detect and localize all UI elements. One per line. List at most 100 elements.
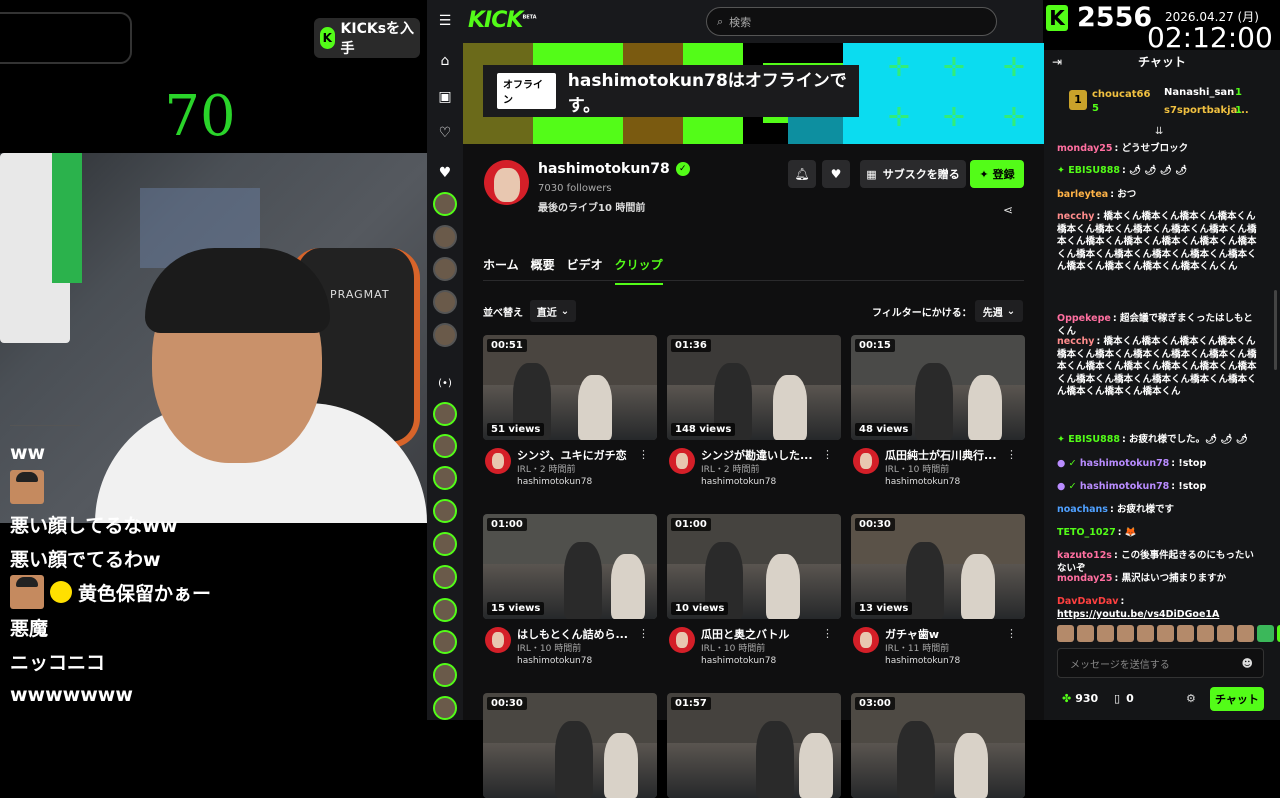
clip-card[interactable]: 01:00 15 views はしもとくん詰めら... IRL・10 時間前 hashi…: [483, 514, 657, 666]
clip-title[interactable]: シンジが勘違いした...: [701, 447, 813, 463]
emote-icon[interactable]: [1157, 625, 1174, 642]
clip-card[interactable]: 01:00 10 views 瓜田と奥之バトル IRL・10 時間前 hashimoto…: [667, 514, 841, 666]
live-channel-avatar[interactable]: [433, 466, 457, 490]
emoji-icon[interactable]: ☻: [1242, 657, 1253, 670]
clip-creator-avatar[interactable]: [669, 448, 695, 474]
clip-card[interactable]: 00:30 13 views ガチャ歯w IRL・11 時間前 hashimotokun…: [851, 514, 1025, 666]
follow-button[interactable]: ♥: [822, 160, 850, 188]
channel-name[interactable]: hashimotokun78 ✓: [538, 161, 690, 177]
clip-thumbnail[interactable]: 03:00: [851, 693, 1025, 798]
clip-username[interactable]: hashimotokun78: [701, 477, 776, 487]
browse-icon[interactable]: ▣: [435, 87, 455, 107]
clip-thumbnail[interactable]: 01:00 10 views: [667, 514, 841, 619]
clip-creator-avatar[interactable]: [669, 627, 695, 653]
emote-icon[interactable]: [1217, 625, 1234, 642]
channel-points[interactable]: ✤ 930: [1062, 692, 1098, 705]
share-icon[interactable]: ⋖: [1003, 203, 1013, 217]
notification-bell-button[interactable]: 🔔︎: [788, 160, 816, 188]
chat-username[interactable]: TETO_1027: [1057, 527, 1116, 538]
clip-creator-avatar[interactable]: [853, 448, 879, 474]
clip-thumbnail[interactable]: 00:15 48 views: [851, 335, 1025, 440]
kicks-balance[interactable]: ▯ 0: [1114, 692, 1134, 705]
chat-username[interactable]: EBISU888: [1068, 165, 1120, 176]
live-channel-avatar[interactable]: [433, 598, 457, 622]
filter-select[interactable]: 先週 ⌄: [975, 300, 1023, 322]
chat-username[interactable]: Oppekepe: [1057, 313, 1111, 324]
clip-username[interactable]: hashimotokun78: [701, 656, 776, 666]
live-channel-avatar[interactable]: [433, 532, 457, 556]
scroll-down-icon[interactable]: ⇊: [1155, 126, 1163, 137]
clip-title[interactable]: 瓜田と奥之バトル: [701, 626, 789, 642]
clip-thumbnail[interactable]: 01:57: [667, 693, 841, 798]
clip-username[interactable]: hashimotokun78: [517, 656, 592, 666]
emote-icon[interactable]: [1057, 625, 1074, 642]
live-channel-avatar[interactable]: [433, 663, 457, 687]
clip-thumbnail[interactable]: 01:36 148 views: [667, 335, 841, 440]
emote-icon[interactable]: [1077, 625, 1094, 642]
chat-username[interactable]: necchy: [1057, 336, 1094, 347]
chat-username[interactable]: EBISU888: [1068, 434, 1120, 445]
leaderboard-user[interactable]: choucat66: [1092, 89, 1150, 100]
live-channel-avatar[interactable]: [433, 434, 457, 458]
more-options-icon[interactable]: ⋮: [1006, 448, 1017, 461]
emote-icon[interactable]: [1177, 625, 1194, 642]
channel-avatar[interactable]: [484, 160, 529, 205]
menu-icon[interactable]: ☰: [435, 11, 455, 31]
gear-icon[interactable]: ⚙: [1186, 692, 1196, 705]
live-channel-avatar[interactable]: [433, 402, 457, 426]
clip-card[interactable]: 01:36 148 views シンジが勘違いした... IRL・2 時間前 hashi…: [667, 335, 841, 487]
followed-channel-avatar[interactable]: [433, 323, 457, 347]
clip-username[interactable]: hashimotokun78: [885, 656, 960, 666]
following-icon[interactable]: ♡: [435, 123, 455, 143]
more-options-icon[interactable]: ⋮: [1006, 627, 1017, 640]
clip-thumbnail[interactable]: 01:00 15 views: [483, 514, 657, 619]
clip-card[interactable]: 00:15 48 views 瓜田純士が石川典行... IRL・10 時間前 hashi…: [851, 335, 1025, 487]
clip-creator-avatar[interactable]: [853, 627, 879, 653]
chat-username[interactable]: hashimotokun78: [1080, 481, 1169, 492]
clip-title[interactable]: 瓜田純士が石川典行...: [885, 447, 997, 463]
clip-card[interactable]: 01:57: [667, 693, 841, 798]
sort-select[interactable]: 直近 ⌄: [530, 300, 576, 322]
chat-scrollbar[interactable]: [1274, 290, 1277, 370]
clip-creator-avatar[interactable]: [485, 627, 511, 653]
chat-username[interactable]: noachans: [1057, 504, 1108, 515]
emote-icon[interactable]: [1197, 625, 1214, 642]
emote-icon[interactable]: [1117, 625, 1134, 642]
live-channel-avatar[interactable]: [433, 499, 457, 523]
more-options-icon[interactable]: ⋮: [638, 448, 649, 461]
send-chat-button[interactable]: チャット: [1210, 687, 1264, 711]
emote-icon[interactable]: [1257, 625, 1274, 642]
leaderboard-user[interactable]: Nanashi_san: [1164, 87, 1234, 98]
clip-title[interactable]: シンジ、ユキにガチ恋: [517, 447, 627, 463]
chat-username[interactable]: monday25: [1057, 573, 1113, 584]
emote-icon[interactable]: [1237, 625, 1254, 642]
clip-thumbnail[interactable]: 00:51 51 views: [483, 335, 657, 440]
more-options-icon[interactable]: ⋮: [822, 448, 833, 461]
chat-username[interactable]: necchy: [1057, 211, 1094, 222]
clip-thumbnail[interactable]: 00:30 13 views: [851, 514, 1025, 619]
live-channel-avatar[interactable]: [433, 696, 457, 720]
chat-input[interactable]: メッセージを送信する ☻: [1057, 648, 1264, 678]
more-options-icon[interactable]: ⋮: [638, 627, 649, 640]
emote-icon[interactable]: [1137, 625, 1154, 642]
home-icon[interactable]: ⌂: [435, 51, 455, 71]
clip-title[interactable]: はしもとくん詰めら...: [517, 626, 628, 642]
get-kicks-button[interactable]: K KICKsを入手: [314, 18, 420, 58]
subscribe-button[interactable]: ✦ 登録: [970, 160, 1024, 188]
followed-channel-avatar[interactable]: [433, 290, 457, 314]
more-options-icon[interactable]: ⋮: [822, 627, 833, 640]
followed-channel-avatar[interactable]: [433, 192, 457, 216]
chat-username[interactable]: barleytea: [1057, 189, 1108, 200]
chat-username[interactable]: hashimotokun78: [1080, 458, 1169, 469]
chat-username[interactable]: DavDavDav: [1057, 596, 1118, 607]
clip-username[interactable]: hashimotokun78: [885, 477, 960, 487]
clip-creator-avatar[interactable]: [485, 448, 511, 474]
clip-thumbnail[interactable]: 00:30: [483, 693, 657, 798]
chat-username[interactable]: monday25: [1057, 143, 1113, 154]
gift-sub-button[interactable]: ▦ サブスクを贈る: [860, 160, 966, 188]
clip-username[interactable]: hashimotokun78: [517, 477, 592, 487]
followed-channel-avatar[interactable]: [433, 257, 457, 281]
live-channel-avatar[interactable]: [433, 565, 457, 589]
clip-card[interactable]: 03:00: [851, 693, 1025, 798]
kick-logo[interactable]: KICKBETA: [468, 8, 537, 33]
